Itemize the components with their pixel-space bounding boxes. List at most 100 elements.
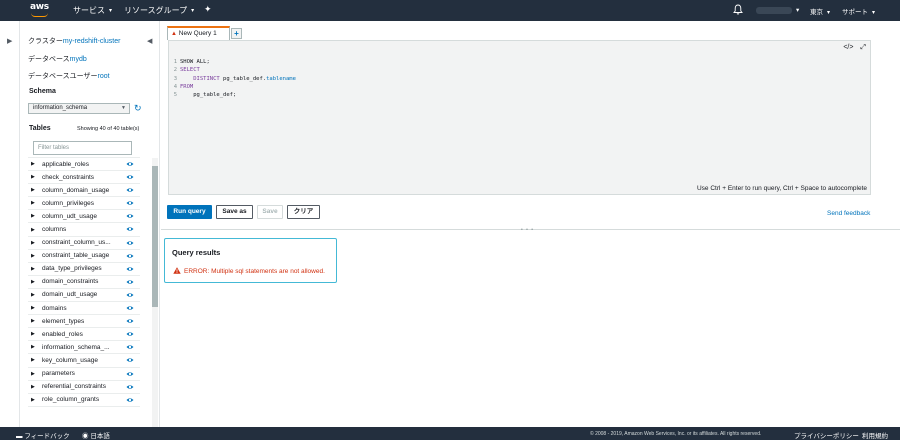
left-rail: ▶ — [0, 21, 20, 427]
eye-icon[interactable] — [126, 330, 134, 338]
expand-arrow-icon[interactable]: ▶ — [31, 227, 36, 233]
user-link[interactable]: root — [98, 73, 110, 80]
tables-scrollbar[interactable] — [152, 158, 158, 428]
send-feedback-link[interactable]: Send feedback — [827, 210, 870, 217]
eye-icon[interactable] — [126, 343, 134, 351]
code-area[interactable]: 1 SHOW ALL; 2 SELECT 3 DISTINCT pg_table_def… — [169, 59, 296, 100]
table-row[interactable]: ▶ element_types — [28, 315, 140, 329]
eye-icon[interactable] — [126, 239, 134, 247]
refresh-icon[interactable]: ↻ — [134, 103, 142, 114]
feedback-link[interactable]: ▬ フィードバック — [16, 430, 70, 440]
table-row[interactable]: ▶ referential_constraints — [28, 381, 140, 394]
table-row[interactable]: ▶ domains — [28, 302, 140, 316]
table-name: column_udt_usage — [42, 212, 97, 220]
run-query-button[interactable]: Run query — [167, 205, 212, 219]
account-menu[interactable] — [756, 7, 792, 14]
expand-arrow-icon[interactable]: ▶ — [31, 213, 36, 219]
table-row[interactable]: ▶ applicable_roles — [28, 158, 140, 172]
error-icon — [173, 267, 181, 274]
table-row[interactable]: ▶ column_domain_usage — [28, 184, 140, 198]
terms-link[interactable]: 利用規約 — [862, 430, 888, 440]
eye-icon[interactable] — [126, 383, 134, 391]
expand-arrow-icon[interactable]: ▶ — [31, 344, 36, 350]
eye-icon[interactable] — [126, 396, 134, 404]
eye-icon[interactable] — [126, 278, 134, 286]
expand-arrow-icon[interactable]: ▶ — [31, 253, 36, 259]
save-button[interactable]: Save — [257, 205, 283, 219]
eye-icon[interactable] — [126, 356, 134, 364]
database-link[interactable]: mydb — [70, 56, 87, 63]
expand-arrow-icon[interactable]: ▶ — [31, 266, 36, 272]
table-row[interactable]: ▶ data_type_privileges — [28, 263, 140, 276]
language-selector[interactable]: ◉ 日本語 — [82, 430, 110, 440]
table-row[interactable]: ▶ column_privileges — [28, 197, 140, 211]
sql-editor[interactable]: </> ⤢ 1 SHOW ALL; 2 SELECT 3 DISTINCT pg_tab… — [168, 40, 871, 195]
expand-arrow-icon[interactable]: ▶ — [31, 240, 36, 246]
privacy-link[interactable]: プライバシーポリシー — [794, 430, 859, 440]
table-row[interactable]: ▶ role_column_grants — [28, 394, 140, 407]
chevron-down-icon: ▾ — [109, 8, 113, 15]
expand-arrow-icon[interactable]: ▶ — [31, 318, 36, 324]
table-row[interactable]: ▶ domain_constraints — [28, 276, 140, 289]
clear-button[interactable]: クリア — [287, 205, 320, 219]
cluster-link[interactable]: my-redshift-cluster — [63, 38, 121, 45]
add-tab-button[interactable]: + — [231, 28, 242, 39]
table-row[interactable]: ▶ columns — [28, 223, 140, 237]
table-row[interactable]: ▶ information_schema_... — [28, 341, 140, 355]
table-row[interactable]: ▶ constraint_table_usage — [28, 250, 140, 263]
expand-arrow-icon[interactable]: ▶ — [31, 397, 36, 403]
eye-icon[interactable] — [126, 317, 134, 325]
pin-icon[interactable]: ✦ — [204, 4, 212, 15]
collapse-panel-icon[interactable]: ◀ — [147, 37, 152, 45]
eye-icon[interactable] — [126, 186, 134, 194]
table-name: referential_constraints — [42, 383, 106, 391]
filter-tables-input[interactable]: Filter tables — [33, 141, 132, 155]
chevron-down-icon: ▾ — [191, 8, 195, 15]
table-row[interactable]: ▶ parameters — [28, 368, 140, 381]
expand-arrow-icon[interactable]: ▶ — [31, 331, 36, 337]
table-name: columns — [42, 226, 67, 234]
eye-icon[interactable] — [126, 291, 134, 299]
user-label: データベースユーザー — [28, 73, 98, 80]
table-row[interactable]: ▶ check_constraints — [28, 171, 140, 185]
table-row[interactable]: ▶ enabled_roles — [28, 328, 140, 342]
eye-icon[interactable] — [126, 160, 134, 168]
eye-icon[interactable] — [126, 370, 134, 378]
resource-groups-menu[interactable]: リソースグループ ▾ — [124, 5, 194, 16]
eye-icon[interactable] — [126, 265, 134, 273]
resize-grip-icon[interactable]: • • • — [521, 227, 534, 233]
table-row[interactable]: ▶ key_column_usage — [28, 354, 140, 368]
region-menu[interactable]: 東京 ▾ — [810, 6, 830, 16]
services-menu[interactable]: サービス ▾ — [73, 5, 112, 16]
expand-arrow-icon[interactable]: ▶ — [31, 279, 36, 285]
eye-icon[interactable] — [126, 173, 134, 181]
bell-icon[interactable] — [733, 4, 743, 15]
save-as-button[interactable]: Save as — [216, 205, 253, 219]
scrollbar-thumb[interactable] — [152, 166, 158, 307]
expand-arrow-icon[interactable]: ▶ — [31, 292, 36, 298]
eye-icon[interactable] — [126, 212, 134, 220]
table-row[interactable]: ▶ column_udt_usage — [28, 210, 140, 224]
eye-icon[interactable] — [126, 199, 134, 207]
expand-arrow-icon[interactable]: ▶ — [31, 174, 36, 180]
expand-arrow-icon[interactable]: ▶ — [31, 371, 36, 377]
expand-arrow-icon[interactable]: ▶ — [31, 305, 36, 311]
table-row[interactable]: ▶ constraint_column_us... — [28, 237, 140, 250]
code-icon[interactable]: </> — [843, 44, 853, 51]
expand-arrow-icon[interactable]: ▶ — [31, 161, 36, 167]
schema-select[interactable]: information_schema ▼ — [28, 103, 130, 114]
eye-icon[interactable] — [126, 225, 134, 233]
support-menu[interactable]: サポート ▾ — [842, 6, 875, 16]
eye-icon[interactable] — [126, 304, 134, 312]
aws-logo[interactable]: aws — [30, 2, 50, 19]
expand-arrow-icon[interactable]: ▶ — [31, 187, 36, 193]
expand-arrow-icon[interactable]: ▶ — [31, 384, 36, 390]
fullscreen-icon[interactable]: ⤢ — [860, 44, 866, 51]
table-row[interactable]: ▶ domain_udt_usage — [28, 289, 140, 303]
expand-arrow-icon[interactable]: ▶ — [31, 357, 36, 363]
expand-arrow-icon[interactable]: ▶ — [31, 200, 36, 206]
expand-panel-icon[interactable]: ▶ — [7, 37, 12, 45]
eye-icon[interactable] — [126, 252, 134, 260]
account-caret[interactable]: ▾ — [796, 6, 799, 14]
tab-new-query-1[interactable]: ▲ New Query 1 — [167, 26, 230, 40]
